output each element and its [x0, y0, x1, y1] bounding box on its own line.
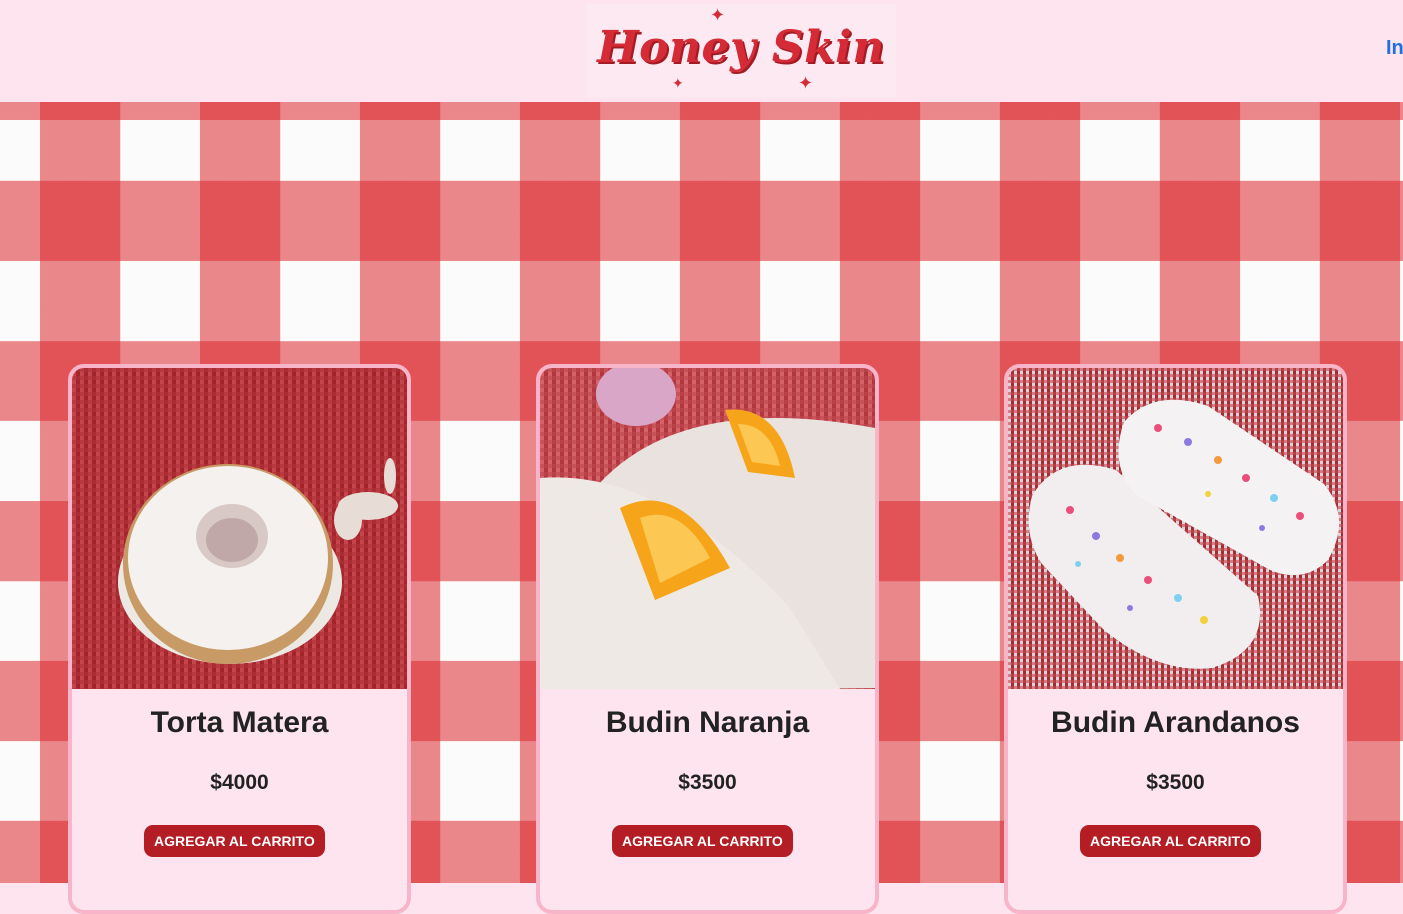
product-name: Budin Naranja	[605, 706, 810, 739]
add-to-cart-button[interactable]: AGREGAR AL CARRITO	[1080, 825, 1261, 857]
site-header: ✦ ✦ ✦ Honey Skin In	[0, 0, 1403, 102]
site-logo[interactable]: ✦ ✦ ✦ Honey Skin	[586, 4, 896, 98]
product-price: $3500	[678, 771, 737, 794]
nav-link[interactable]: In	[1386, 37, 1403, 60]
product-image[interactable]	[540, 368, 875, 689]
product-image[interactable]	[72, 368, 407, 689]
product-card: Budin Naranja $3500 AGREGAR AL CARRITO	[536, 364, 879, 914]
logo-text: Honey Skin	[597, 22, 885, 73]
product-price: $4000	[210, 771, 269, 794]
product-name: Budin Arandanos	[1051, 706, 1300, 739]
product-card: Torta Matera $4000 AGREGAR AL CARRITO	[68, 364, 411, 914]
product-section: Torta Matera $4000 AGREGAR AL CARRITO Bu…	[0, 102, 1403, 914]
sparkle-icon: ✦	[672, 75, 684, 91]
product-card: Budin Arandanos $3500 AGREGAR AL CARRITO	[1004, 364, 1347, 914]
product-image[interactable]	[1008, 368, 1343, 689]
product-price: $3500	[1146, 771, 1205, 794]
add-to-cart-button[interactable]: AGREGAR AL CARRITO	[144, 825, 325, 857]
product-name: Torta Matera	[150, 706, 329, 739]
add-to-cart-button[interactable]: AGREGAR AL CARRITO	[612, 825, 793, 857]
sparkle-icon: ✦	[798, 73, 814, 93]
